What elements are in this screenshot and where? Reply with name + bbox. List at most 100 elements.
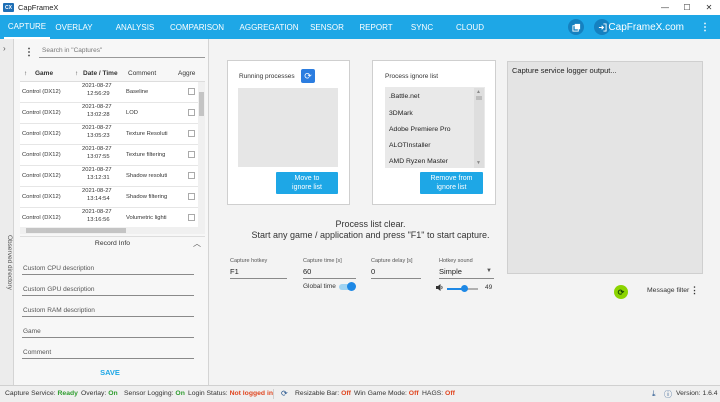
list-item[interactable]: ALOTInstaller [389,142,431,149]
cell-comment: Texture filtering [126,152,166,158]
message-filter-menu-icon[interactable]: ⋮ [690,285,699,296]
tab-comparison[interactable]: COMPARISON [168,15,226,39]
login-status-value: Not logged in [229,390,273,397]
tab-capture[interactable]: CAPTURE [4,15,50,39]
aggregate-checkbox[interactable] [188,130,195,137]
table-row[interactable]: Control (DX12) 2021-08-27 13:02:28 LOD [20,103,198,124]
column-game[interactable]: Game [35,70,53,77]
observed-directory-strip[interactable]: › Observed directory [0,39,14,385]
gpu-description-field[interactable]: Custom GPU description [22,284,194,296]
search-input[interactable] [39,44,205,58]
info-icon[interactable]: ⓘ [664,389,672,400]
capture-time-label: Capture time [s] [303,258,342,264]
aggregate-checkbox[interactable] [188,214,195,221]
table-vertical-scrollbar[interactable] [198,82,205,227]
aggregate-checkbox[interactable] [188,151,195,158]
list-item[interactable]: 3DMark [389,110,413,117]
tab-sync[interactable]: SYNC [406,15,438,39]
more-menu-icon[interactable]: ⋮ [700,15,710,39]
tab-cloud[interactable]: CLOUD [451,15,489,39]
cell-time: 13:12:31 [87,175,110,181]
table-row[interactable]: Control (DX12) 2021-08-27 13:14:54 Shado… [20,187,198,208]
resizable-bar-label: Resizable Bar: [295,390,340,397]
cell-comment: Shadow resoluti [126,173,168,179]
save-button[interactable]: SAVE [90,365,130,379]
list-item[interactable]: AMD Ryzen Master [389,158,448,165]
move-to-ignore-button[interactable]: Move to ignore list [276,172,338,194]
cell-comment: Volumetric lighti [126,215,167,221]
brand-link[interactable]: CapFrameX.com [608,15,684,39]
capture-delay-value[interactable]: 0 [371,266,421,279]
capture-service-value: Ready [57,390,78,397]
tab-report[interactable]: REPORT [356,15,396,39]
table-row[interactable]: Control (DX12) 2021-08-27 12:56:29 Basel… [20,82,198,103]
cpu-description-field[interactable]: Custom CPU description [22,263,194,275]
minimize-button[interactable]: — [654,0,676,15]
dropdown-arrow-icon: ▼ [486,268,492,274]
aggregate-checkbox[interactable] [188,193,195,200]
table-row[interactable]: Control (DX12) 2021-08-27 13:16:56 Volum… [20,208,198,229]
cell-date: 2021-08-27 [82,125,112,131]
overlay-label: Overlay: [81,390,107,397]
aggregate-checkbox[interactable] [188,109,195,116]
ram-description-field[interactable]: Custom RAM description [22,305,194,317]
table-row[interactable]: Control (DX12) 2021-08-27 13:07:55 Textu… [20,145,198,166]
refresh-log-icon[interactable]: ⟳ [614,285,628,299]
table-row[interactable]: Control (DX12) 2021-08-27 13:05:23 Textu… [20,124,198,145]
captures-panel: ⋮ ↑ Game ↑ Date / Time Comment Aggre Con… [14,39,209,385]
screenshot-icon[interactable] [568,19,584,35]
process-ignore-list[interactable]: .Battle.net 3DMark Adobe Premiere Pro AL… [385,87,485,168]
scroll-up-icon[interactable]: ▲ [476,89,481,95]
scroll-down-icon[interactable]: ▼ [476,160,481,166]
capture-delay-field[interactable]: Capture delay [s] 0 [371,258,421,280]
ignore-list-scrollbar[interactable]: ▲ ▼ [474,88,484,168]
maximize-button[interactable]: ☐ [676,0,698,15]
capture-hotkey-field[interactable]: Capture hotkey F1 [230,258,287,280]
column-comment[interactable]: Comment [128,70,156,77]
scrollbar-thumb[interactable] [26,228,126,233]
cell-time: 12:56:29 [87,91,110,97]
overlay-value: On [108,390,118,397]
captures-menu-icon[interactable]: ⋮ [24,47,34,58]
table-row[interactable]: Control (DX12) 2021-08-27 13:12:31 Shado… [20,166,198,187]
divider [273,389,274,399]
hotkey-sound-select[interactable]: Hotkey sound Simple ▼ [439,258,494,280]
refresh-status-icon[interactable]: ⟳ [281,389,288,398]
chevron-right-icon[interactable]: › [3,44,6,53]
resizable-bar-status: Resizable Bar: Off [295,390,351,397]
remove-from-ignore-button[interactable]: Remove from ignore list [420,172,483,194]
tab-analysis[interactable]: ANALYSIS [110,15,160,39]
capture-time-field[interactable]: Capture time [s] 60 [303,258,356,280]
capture-service-label: Capture Service: [5,390,56,397]
title-bar: CX CapFrameX — ☐ ✕ [0,0,720,15]
comment-field[interactable]: Comment [22,347,194,359]
cell-game: Control (DX12) [22,194,61,200]
list-item[interactable]: Adobe Premiere Pro [389,126,451,133]
scrollbar-thumb[interactable] [476,96,482,100]
toggle-knob[interactable] [347,282,356,291]
scrollbar-thumb[interactable] [199,92,204,116]
cell-comment: Baseline [126,89,149,95]
capture-time-value[interactable]: 60 [303,266,356,279]
running-processes-list[interactable] [238,88,338,167]
aggregate-checkbox[interactable] [188,88,195,95]
download-icon[interactable]: ⤓ [652,389,656,399]
tab-sensor[interactable]: SENSOR [306,15,348,39]
capture-hotkey-value[interactable]: F1 [230,266,287,279]
column-date-time[interactable]: Date / Time [83,70,118,77]
volume-slider-thumb[interactable] [461,285,468,292]
record-info-header[interactable]: Record Info ︿ [20,236,205,250]
table-horizontal-scrollbar[interactable] [20,227,205,234]
sort-arrow-icon: ↑ [24,70,28,77]
tab-aggregation[interactable]: AGGREGATION [238,15,300,39]
column-aggregate[interactable]: Aggre [178,70,195,77]
close-button[interactable]: ✕ [698,0,720,15]
chevron-up-icon[interactable]: ︿ [193,238,201,249]
list-item[interactable]: .Battle.net [389,93,420,100]
hotkey-sound-value[interactable]: Simple ▼ [439,266,494,279]
aggregate-checkbox[interactable] [188,172,195,179]
refresh-processes-icon[interactable]: ⟳ [301,69,315,83]
tab-overlay[interactable]: OVERLAY [52,15,96,39]
game-field[interactable]: Game [22,326,194,338]
message-filter-label[interactable]: Message filter [647,287,689,294]
